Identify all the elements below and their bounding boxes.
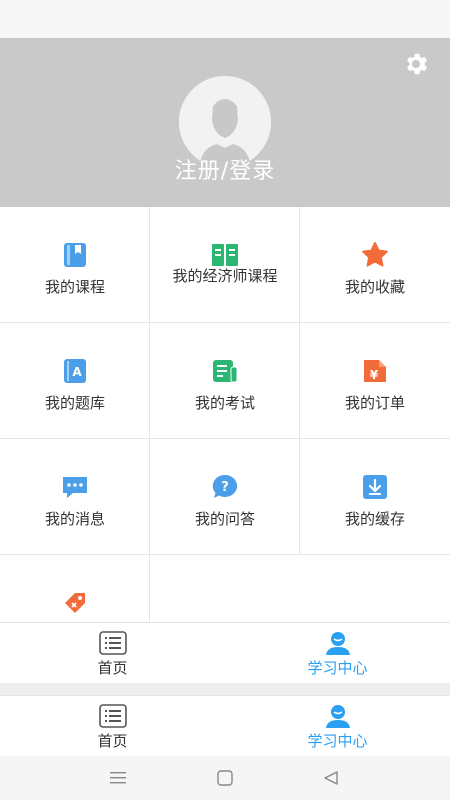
- menu-item-label: 我的课程: [44, 278, 105, 296]
- menu-item-my-orders[interactable]: ¥ 我的订单: [300, 323, 450, 439]
- exam-icon: [213, 360, 238, 383]
- order-icon: ¥: [364, 360, 386, 382]
- message-icon: [63, 477, 87, 498]
- study-user-icon: [326, 632, 350, 655]
- status-bar-area: [0, 0, 450, 38]
- tab-study-center[interactable]: 学习中心: [225, 696, 450, 756]
- svg-text:¥: ¥: [370, 368, 379, 382]
- menu-item-label: 我的题库: [44, 394, 105, 412]
- svg-text:?: ?: [221, 480, 229, 495]
- divider: [0, 683, 450, 695]
- menu-item-favorites[interactable]: 我的收藏: [300, 207, 450, 323]
- tab-bar: 首页 学习中心: [0, 622, 450, 683]
- svg-text:A: A: [72, 365, 82, 379]
- tab-home[interactable]: 首页: [0, 623, 225, 683]
- tab-home[interactable]: 首页: [0, 696, 225, 756]
- home-list-icon: [99, 631, 127, 655]
- question-bank-icon: A: [64, 359, 86, 383]
- profile-header: 注册/登录: [0, 38, 450, 207]
- menu-item-economist-courses[interactable]: 我的经济师课程: [150, 207, 300, 323]
- menu-item-cache[interactable]: 我的缓存: [300, 439, 450, 555]
- menu-item-label: 我的消息: [44, 510, 105, 528]
- system-nav-bar: [0, 756, 450, 800]
- coupon-icon: [65, 593, 85, 613]
- menu-icon[interactable]: [110, 771, 126, 785]
- study-user-icon: [326, 705, 350, 728]
- menu-item-label: 我的收藏: [344, 278, 405, 296]
- course-book-icon: [64, 243, 86, 267]
- menu-item-label: 我的经济师课程: [172, 267, 278, 285]
- home-square-icon[interactable]: [217, 770, 233, 786]
- login-register-link[interactable]: 注册/登录: [0, 153, 450, 185]
- open-book-icon: [212, 244, 238, 266]
- menu-item-label: 我的考试: [194, 394, 255, 412]
- menu-item-label: 我的问答: [194, 510, 255, 528]
- tab-home-label: 首页: [97, 659, 128, 677]
- tab-home-label: 首页: [97, 732, 128, 750]
- menu-item-my-courses[interactable]: 我的课程: [0, 207, 150, 323]
- home-list-icon: [99, 704, 127, 728]
- menu-item-label: 我的缓存: [344, 510, 405, 528]
- menu-item-my-exams[interactable]: 我的考试: [150, 323, 300, 439]
- menu-empty-cell: [150, 555, 300, 623]
- star-icon: [362, 242, 388, 267]
- tab-study-label: 学习中心: [307, 732, 368, 750]
- qa-icon: ?: [212, 474, 238, 498]
- download-icon: [363, 475, 387, 499]
- tab-bar-secondary: 首页 学习中心: [0, 695, 450, 756]
- menu-item-label: 我的订单: [344, 394, 405, 412]
- tab-study-label: 学习中心: [307, 659, 368, 677]
- tab-study-center[interactable]: 学习中心: [225, 623, 450, 683]
- menu-grid: 我的课程 我的经济师课程 我的收藏 A 我的题库 我的考试 ¥ 我的订单 我的消…: [0, 207, 450, 623]
- back-triangle-icon[interactable]: [323, 770, 339, 786]
- menu-item-question-bank[interactable]: A 我的题库: [0, 323, 150, 439]
- menu-item-coupons[interactable]: [0, 555, 150, 623]
- menu-item-qa[interactable]: ? 我的问答: [150, 439, 300, 555]
- menu-item-messages[interactable]: 我的消息: [0, 439, 150, 555]
- gear-icon[interactable]: [402, 50, 430, 78]
